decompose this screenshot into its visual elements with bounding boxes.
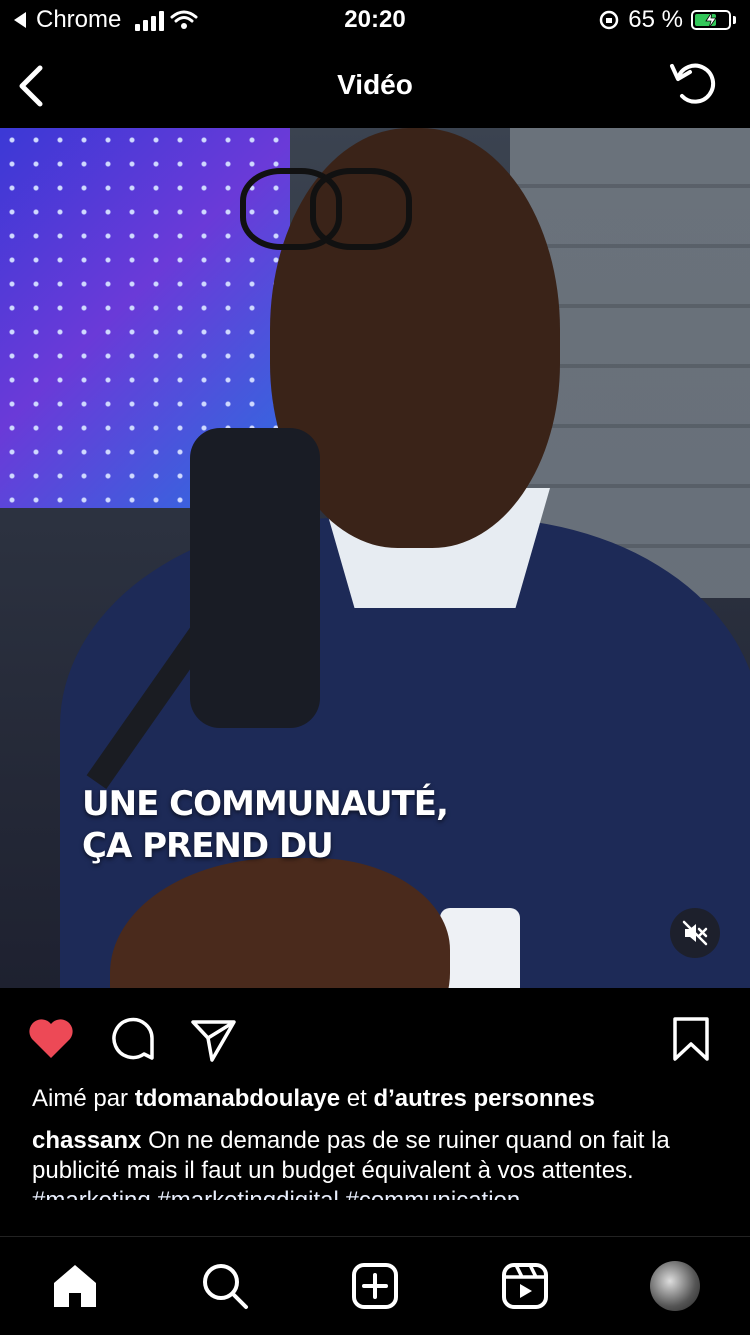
- battery-percent: 65 %: [628, 6, 683, 33]
- search-icon[interactable]: [200, 1261, 250, 1311]
- video-glasses: [310, 168, 412, 250]
- liked-by-username[interactable]: tdomanabdoulaye: [135, 1085, 340, 1112]
- post-actions: [0, 988, 750, 1088]
- likes-line[interactable]: Aimé par tdomanabdoulaye et d’autres per…: [32, 1084, 722, 1114]
- video-shirt-cuff: [440, 908, 520, 988]
- avatar[interactable]: [650, 1261, 700, 1311]
- plus-square-icon[interactable]: [350, 1261, 400, 1311]
- video-microphone: [190, 428, 320, 728]
- video-caption: UNE COMMUNAUTÉ, ÇA PREND DU: [82, 783, 449, 867]
- post-caption: chassanx On ne demande pas de se ruiner …: [32, 1126, 722, 1186]
- page-title: Vidéo: [337, 69, 413, 100]
- charging-bolt-icon: [705, 12, 717, 28]
- share-icon[interactable]: [188, 1014, 238, 1064]
- refresh-icon[interactable]: [668, 58, 720, 110]
- battery-cap: [733, 16, 736, 24]
- speaker-muted-icon: [682, 920, 708, 946]
- video-caption-line: UNE COMMUNAUTÉ,: [82, 784, 449, 824]
- bottom-tab-bar: [0, 1236, 750, 1335]
- heart-icon[interactable]: [26, 1014, 76, 1064]
- post-text: Aimé par tdomanabdoulaye et d’autres per…: [32, 1084, 722, 1200]
- status-right: 65 %: [598, 6, 736, 34]
- orientation-lock-icon: [600, 10, 619, 30]
- video-player[interactable]: UNE COMMUNAUTÉ, ÇA PREND DU: [0, 128, 750, 988]
- author-username[interactable]: chassanx: [32, 1127, 141, 1154]
- mute-button[interactable]: [670, 908, 720, 958]
- comment-icon[interactable]: [108, 1014, 158, 1064]
- bookmark-icon[interactable]: [666, 1014, 716, 1064]
- video-caption-line: ÇA PREND DU: [82, 826, 334, 866]
- likes-prefix: Aimé par: [32, 1085, 129, 1112]
- status-bar: Chrome 20:20 65 %: [0, 0, 750, 44]
- nav-bar: Vidéo: [0, 44, 750, 128]
- reels-icon[interactable]: [500, 1261, 550, 1311]
- likes-and: et: [346, 1085, 367, 1112]
- battery-icon: [691, 10, 731, 30]
- likes-others-link[interactable]: d’autres personnes: [373, 1085, 594, 1112]
- hashtags[interactable]: #marketing #marketingdigital #communicat…: [32, 1186, 722, 1200]
- home-icon[interactable]: [50, 1261, 100, 1311]
